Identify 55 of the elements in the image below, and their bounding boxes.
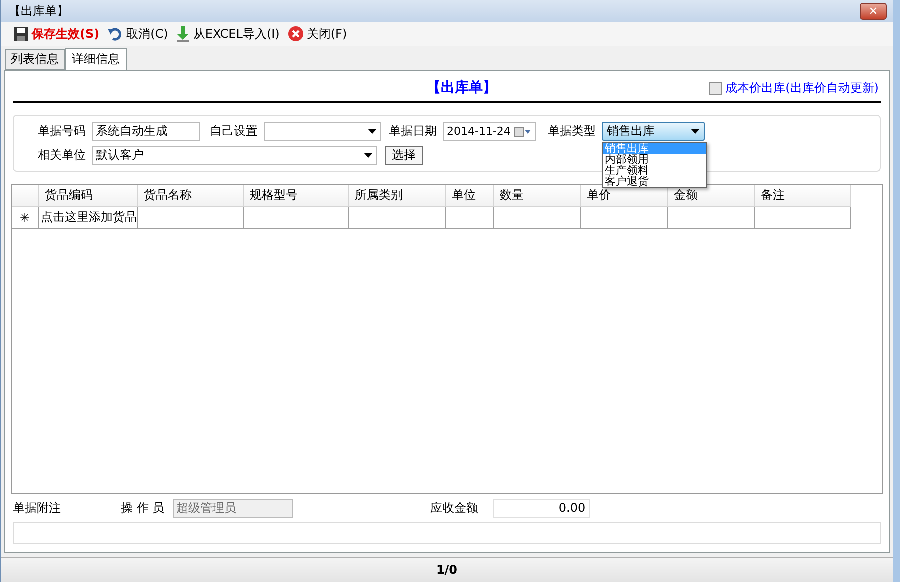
column-header[interactable]: 金额: [668, 185, 755, 207]
form-title: 【出库单】: [426, 79, 498, 97]
table-cell[interactable]: [755, 207, 851, 229]
caret-icon: [364, 153, 373, 158]
field-label: 操 作 员: [121, 500, 165, 516]
column-header[interactable]: 货品编码: [39, 185, 138, 207]
date-picker[interactable]: 2014-11-24: [443, 122, 536, 141]
header-cell: [12, 185, 39, 207]
table-cell[interactable]: [494, 207, 581, 229]
table-cell[interactable]: [244, 207, 349, 229]
dropdown-option[interactable]: 内部领用: [603, 154, 706, 165]
dropdown[interactable]: [264, 122, 381, 141]
close-icon: [288, 26, 304, 42]
input-field: 超级管理员: [172, 498, 293, 518]
import-button[interactable]: 从EXCEL导入(I): [176, 26, 280, 42]
column-header[interactable]: 单位: [446, 185, 494, 207]
checkbox[interactable]: [708, 82, 722, 94]
column-header[interactable]: 备注: [755, 185, 851, 207]
close-button[interactable]: 关闭(F): [288, 26, 348, 42]
field-label: 自己设置: [210, 123, 258, 140]
field-label: 单据附注: [13, 500, 61, 516]
caret-icon: [368, 129, 377, 134]
column-header[interactable]: 所属类别: [349, 185, 446, 207]
field-label: 应收金额: [430, 500, 479, 516]
undo-icon: [108, 26, 124, 42]
column-header[interactable]: 货品名称: [138, 185, 244, 207]
field-label: 单据类型: [548, 123, 596, 140]
field-label: 相关单位: [38, 147, 86, 164]
window-title: 【出库单】: [9, 2, 69, 20]
dropdown[interactable]: 默认客户: [92, 146, 377, 165]
table-cell[interactable]: [349, 207, 446, 229]
input-field[interactable]: 0.00: [492, 498, 590, 518]
input-field[interactable]: 系统自动生成: [92, 122, 200, 141]
calendar-icon: [514, 126, 532, 136]
status-bar: 1/0: [1, 557, 893, 582]
column-header[interactable]: 数量: [494, 185, 581, 207]
save-button[interactable]: 保存生效(S): [13, 26, 100, 42]
cancel-button[interactable]: 取消(C): [108, 26, 168, 42]
tab[interactable]: 详细信息: [65, 48, 127, 71]
select-button[interactable]: 选择: [385, 146, 423, 165]
dropdown-option[interactable]: 生产领料: [603, 165, 706, 176]
tab[interactable]: 列表信息: [5, 49, 65, 70]
table-cell[interactable]: [446, 207, 494, 229]
field-label: 单据号码: [38, 123, 86, 140]
checkbox-label: 成本价出库(出库价自动更新): [726, 80, 879, 96]
note-field[interactable]: [13, 522, 881, 544]
table-cell[interactable]: 点击这里添加货品: [39, 207, 138, 229]
field-label: 单据日期: [389, 123, 437, 140]
column-header[interactable]: 规格型号: [244, 185, 349, 207]
dropdown-option[interactable]: 客户退货: [603, 176, 706, 187]
table-cell[interactable]: [668, 207, 755, 229]
download-arrow-icon: [176, 26, 190, 42]
caret-icon: [691, 129, 700, 134]
table-cell[interactable]: [581, 207, 668, 229]
table-cell[interactable]: [138, 207, 244, 229]
